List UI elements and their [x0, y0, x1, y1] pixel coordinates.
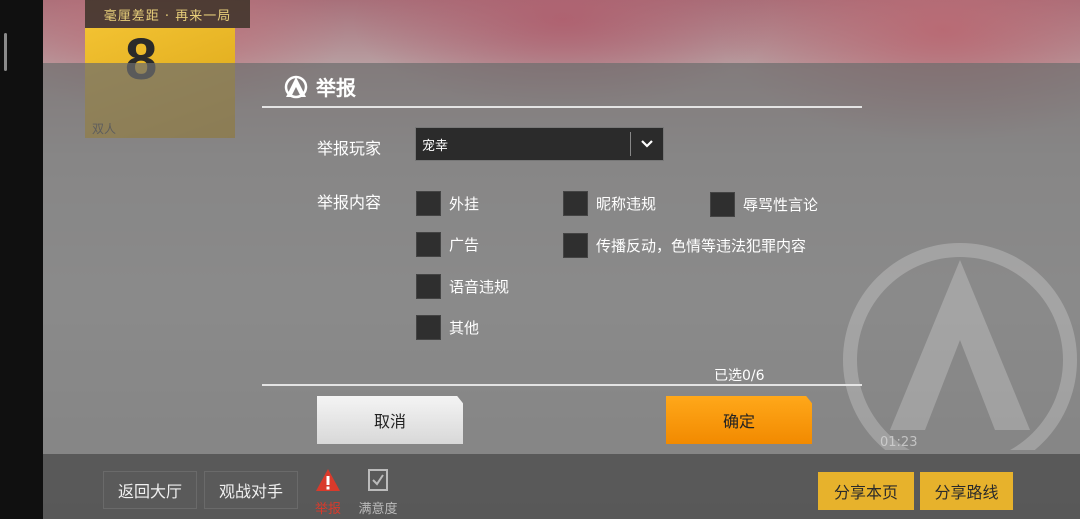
dialog-title-text: 举报 [316, 76, 356, 100]
divider-bottom [262, 384, 862, 386]
checklist-icon [368, 469, 388, 491]
option-voice[interactable]: 语音违规 [416, 274, 509, 299]
confirm-button[interactable]: 确定 [666, 396, 812, 444]
checkbox[interactable] [563, 191, 588, 216]
option-label: 广告 [449, 236, 480, 254]
chevron-down-icon[interactable] [631, 139, 663, 149]
satisfaction-tool-label: 满意度 [358, 502, 398, 517]
option-illegal[interactable]: 传播反动，色情等违法犯罪内容 [563, 233, 806, 258]
option-label: 辱骂性言论 [743, 196, 819, 214]
satisfaction-tool[interactable]: 满意度 [356, 468, 400, 517]
checkbox[interactable] [710, 192, 735, 217]
warning-icon [316, 469, 340, 491]
spectate-button[interactable]: 观战对手 [204, 471, 298, 509]
option-nickname[interactable]: 昵称违规 [563, 191, 656, 216]
report-tool-label: 举报 [314, 502, 341, 517]
checkbox[interactable] [416, 274, 441, 299]
report-tool[interactable]: 举报 [306, 468, 350, 517]
share-page-button[interactable]: 分享本页 [818, 472, 914, 510]
checkbox[interactable] [416, 232, 441, 257]
content-label: 举报内容 [317, 193, 382, 212]
player-select[interactable]: 宠幸 [415, 127, 664, 161]
cancel-button[interactable]: 取消 [317, 396, 463, 444]
rank-tag: 毫厘差距 · 再来一局 [85, 0, 250, 28]
share-route-button[interactable]: 分享路线 [920, 472, 1013, 510]
option-label: 传播反动，色情等违法犯罪内容 [596, 237, 807, 255]
checkbox[interactable] [416, 191, 441, 216]
drawer-handle[interactable] [4, 33, 7, 71]
player-label: 举报玩家 [317, 139, 382, 158]
game-logo-watermark-icon [843, 243, 1077, 450]
checkbox[interactable] [563, 233, 588, 258]
option-label: 其他 [449, 319, 480, 337]
option-label: 语音违规 [449, 278, 510, 296]
selected-count: 已选0/6 [714, 368, 765, 384]
option-abuse[interactable]: 辱骂性言论 [710, 192, 818, 217]
left-strip [0, 0, 43, 519]
divider-top [262, 106, 862, 108]
player-select-value: 宠幸 [422, 138, 449, 154]
report-logo-icon [284, 75, 308, 98]
option-other[interactable]: 其他 [416, 315, 479, 340]
dialog-title: 举报 [282, 72, 356, 101]
checkbox[interactable] [416, 315, 441, 340]
back-lobby-button[interactable]: 返回大厅 [103, 471, 197, 509]
option-ads[interactable]: 广告 [416, 232, 479, 257]
option-label: 外挂 [449, 195, 480, 213]
option-cheat[interactable]: 外挂 [416, 191, 479, 216]
option-label: 昵称违规 [596, 195, 657, 213]
match-timer: 01:23 [880, 435, 918, 450]
